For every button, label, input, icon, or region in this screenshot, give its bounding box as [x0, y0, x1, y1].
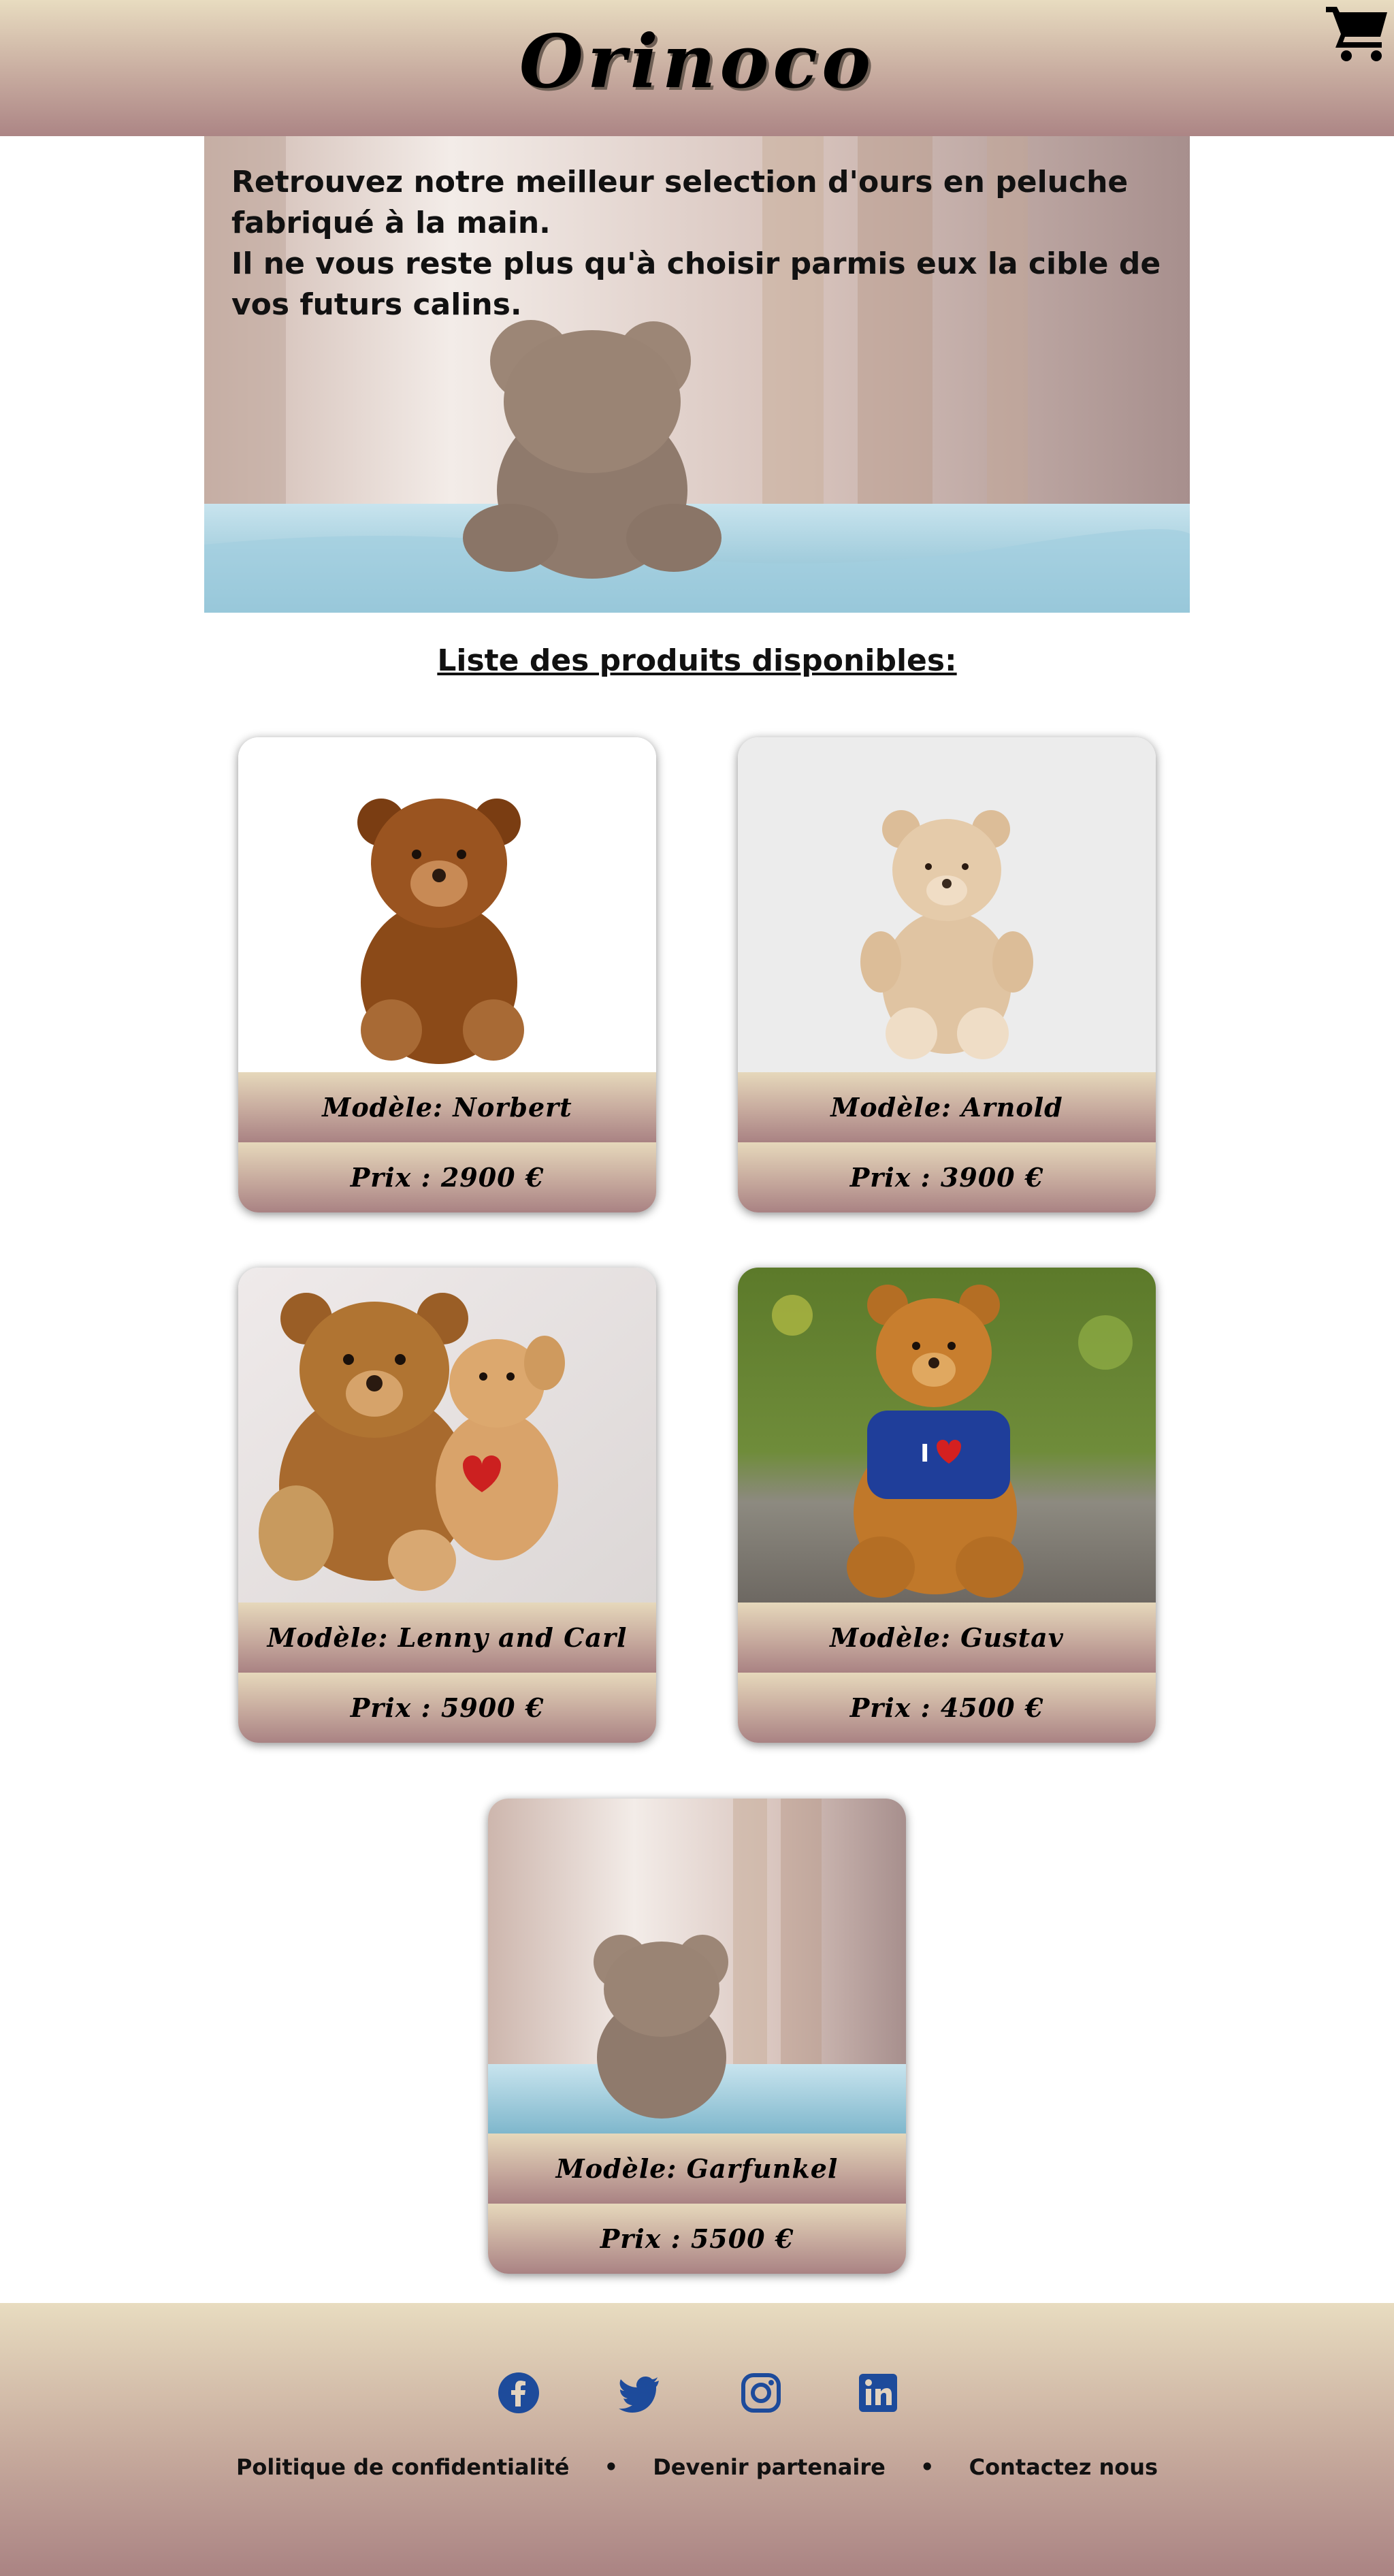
contact-us-link[interactable]: Contactez nous: [969, 2454, 1158, 2480]
product-image-gustav[interactable]: I: [738, 1268, 1156, 1603]
product-card-norbert[interactable]: Modèle: Norbert Prix : 2900 €: [238, 737, 656, 1212]
site-logo[interactable]: Orinoco: [0, 19, 1394, 105]
product-name: Modèle: Gustav: [738, 1603, 1156, 1673]
product-image-arnold[interactable]: [738, 737, 1156, 1072]
product-name: Modèle: Arnold: [738, 1072, 1156, 1142]
product-price: Prix : 4500 €: [738, 1673, 1156, 1743]
product-list-title: Liste des produits disponibles:: [437, 643, 957, 678]
svg-text:I: I: [920, 1440, 929, 1468]
product-price: Prix : 5900 €: [238, 1673, 656, 1743]
privacy-policy-link[interactable]: Politique de confidentialité: [236, 2454, 570, 2480]
shopping-cart-icon[interactable]: [1325, 3, 1390, 64]
linkedin-icon[interactable]: [856, 2371, 900, 2415]
hero-text-line-2: Il ne vous reste plus qu'à choisir parmi…: [231, 246, 1161, 322]
product-name: Modèle: Norbert: [238, 1072, 656, 1142]
product-card-gustav[interactable]: I Modèle: Gustav Prix : 4500 €: [738, 1268, 1156, 1743]
site-footer: Politique de confidentialité • Devenir p…: [0, 2303, 1394, 2576]
product-card-lenny-and-carl[interactable]: Modèle: Lenny and Carl Prix : 5900 €: [238, 1268, 656, 1743]
footer-links: Politique de confidentialité • Devenir p…: [0, 2454, 1394, 2480]
hero-text: Retrouvez notre meilleur selection d'our…: [231, 162, 1164, 325]
become-partner-link[interactable]: Devenir partenaire: [653, 2454, 886, 2480]
product-card-arnold[interactable]: Modèle: Arnold Prix : 3900 €: [738, 737, 1156, 1212]
product-card-garfunkel[interactable]: Modèle: Garfunkel Prix : 5500 €: [488, 1799, 906, 2274]
footer-separator: •: [920, 2454, 935, 2480]
product-image-garfunkel[interactable]: [488, 1799, 906, 2134]
product-price: Prix : 3900 €: [738, 1142, 1156, 1212]
hero-text-line-1: Retrouvez notre meilleur selection d'our…: [231, 165, 1129, 240]
product-name: Modèle: Lenny and Carl: [238, 1603, 656, 1673]
product-name: Modèle: Garfunkel: [488, 2134, 906, 2204]
product-image-lenny-and-carl[interactable]: [238, 1268, 656, 1603]
footer-separator: •: [604, 2454, 619, 2480]
product-image-norbert[interactable]: [238, 737, 656, 1072]
site-header: Orinoco: [0, 0, 1394, 136]
product-price: Prix : 5500 €: [488, 2204, 906, 2274]
instagram-icon[interactable]: [739, 2371, 783, 2415]
twitter-icon[interactable]: [618, 2371, 662, 2415]
facebook-icon[interactable]: [497, 2371, 540, 2415]
product-price: Prix : 2900 €: [238, 1142, 656, 1212]
hero-banner: Retrouvez notre meilleur selection d'our…: [204, 136, 1190, 613]
